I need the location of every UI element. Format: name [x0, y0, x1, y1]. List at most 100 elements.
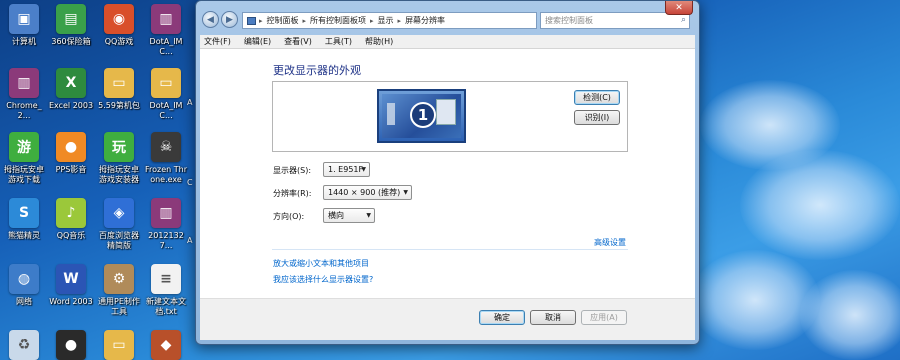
text-size-link[interactable]: 放大或缩小文本和其他项目 — [273, 258, 369, 269]
desktop-shortcut[interactable]: ▭ 5.59第机包 — [96, 68, 142, 111]
desktop-shortcut[interactable]: ◉ QQ游戏 — [96, 4, 142, 47]
panda-icon: S — [9, 198, 39, 228]
winrar-archive-icon: ▥ — [151, 198, 181, 228]
desktop-shortcut[interactable]: ⚙ 通用PE制作工具 — [96, 264, 142, 317]
winrar-archive-icon: ▥ — [9, 68, 39, 98]
content-pane: 更改显示器的外观 1 检测(C) 识别(I) 显示器(S): 1. E951F … — [200, 49, 695, 298]
desktop-shortcut-label: Excel 2003 — [48, 101, 94, 110]
excel-icon: X — [56, 68, 86, 98]
cancel-button[interactable]: 取消 — [530, 310, 576, 325]
360-safe-box-icon: ▤ — [56, 4, 86, 34]
desktop-shortcut-label: 熊猫精灵 — [8, 231, 40, 240]
display-select[interactable]: 1. E951F ▼ — [323, 162, 370, 177]
breadcrumb-control-panel[interactable]: 控制面板 — [267, 15, 299, 26]
resolution-select[interactable]: 1440 × 900 (推荐) ▼ — [323, 185, 412, 200]
forward-button[interactable]: ▶ — [221, 11, 238, 28]
desktop-shortcut[interactable]: ▣ 计算机 — [1, 4, 47, 47]
menu-help[interactable]: 帮助(H) — [365, 36, 393, 47]
folder-icon: ▭ — [104, 330, 134, 360]
desktop-shortcut[interactable]: ▤ 360保险箱 — [48, 4, 94, 47]
desktop-shortcut[interactable]: W Word 2003 — [48, 264, 94, 307]
orientation-label: 方向(O): — [273, 212, 305, 221]
breadcrumb-screen-resolution[interactable]: 屏幕分辨率 — [405, 15, 445, 26]
word-icon: W — [56, 264, 86, 294]
desktop-shortcut[interactable]: ● PPS影音 — [48, 132, 94, 175]
close-button[interactable]: ✕ — [665, 1, 693, 15]
menu-tools[interactable]: 工具(T) — [325, 36, 352, 47]
folder-icon: ▭ — [151, 68, 181, 98]
monitor-number-badge: 1 — [410, 102, 436, 128]
resolution-label: 分辨率(R): — [273, 189, 312, 198]
desktop-shortcut[interactable]: ▭ — [96, 330, 142, 360]
breadcrumb-all-items[interactable]: 所有控制面板项 — [310, 15, 366, 26]
desktop-shortcut[interactable]: X Excel 2003 — [48, 68, 94, 111]
desktop-shortcut[interactable]: ◈ 百度浏览器精简版 — [96, 198, 142, 251]
identify-button[interactable]: 识别(I) — [574, 110, 620, 125]
apply-button[interactable]: 应用(A) — [581, 310, 627, 325]
back-button[interactable]: ◀ — [202, 11, 219, 28]
baidu-browser-icon: ◈ — [104, 198, 134, 228]
monitor-preview[interactable]: 1 — [377, 89, 466, 143]
desktop-shortcut-label: 360保险箱 — [51, 37, 91, 46]
desktop-shortcut[interactable]: ◍ 网络 — [1, 264, 47, 307]
desktop-shortcut-label: 5.59第机包 — [98, 101, 140, 110]
computer-icon: ▣ — [9, 4, 39, 34]
search-icon[interactable]: ⌕ — [681, 15, 686, 25]
wallpaper-cloud — [740, 150, 900, 260]
monitor-taskbar-graphic — [387, 103, 395, 125]
orientation-select[interactable]: 横向 ▼ — [323, 208, 375, 223]
desktop-shortcut[interactable]: ◆ — [143, 330, 189, 360]
window-titlebar[interactable]: ◀ ▶ ▸ 控制面板 ▸ 所有控制面板项 ▸ 显示 ▸ 屏幕分辨率 搜索控制面板… — [196, 1, 699, 35]
arrow-right-icon: ▶ — [226, 14, 233, 25]
desktop-shortcut[interactable]: 游拇指玩安卓游戏下载 — [1, 132, 47, 185]
network-icon: ◍ — [9, 264, 39, 294]
section-divider — [272, 249, 628, 250]
ok-button[interactable]: 确定 — [479, 310, 525, 325]
desktop-shortcut[interactable]: ♪ QQ音乐 — [48, 198, 94, 241]
chevron-down-icon: ▼ — [403, 189, 408, 196]
breadcrumb-separator: ▸ — [259, 16, 263, 25]
desktop-shortcut[interactable]: 玩拇指玩安卓游戏安装器 — [96, 132, 142, 185]
display-select-value: 1. E951F — [328, 165, 364, 174]
wallpaper-cloud — [690, 250, 820, 350]
control-panel-icon — [247, 16, 256, 25]
desktop-shortcut[interactable]: ☠ Frozen Throne.exe — [143, 132, 189, 185]
breadcrumb-display[interactable]: 显示 — [378, 15, 394, 26]
display-settings-help-link[interactable]: 我应该选择什么显示器设置? — [273, 274, 373, 285]
desktop-shortcut-label: 通用PE制作工具 — [98, 297, 140, 316]
desktop-shortcut-label: 新建文本文档.txt — [146, 297, 186, 316]
desktop-shortcut[interactable]: S 熊猫精灵 — [1, 198, 47, 241]
muzhiwan-installer-icon: 玩 — [104, 132, 134, 162]
pps-player-icon: ● — [56, 132, 86, 162]
desktop-shortcut[interactable]: ▥ DotA_IMC... — [143, 4, 189, 57]
desktop-shortcut[interactable]: ≡ 新建文本文档.txt — [143, 264, 189, 317]
menu-file[interactable]: 文件(F) — [204, 36, 231, 47]
breadcrumb-separator: ▸ — [302, 16, 307, 25]
menu-edit[interactable]: 编辑(E) — [244, 36, 271, 47]
resolution-select-value: 1440 × 900 (推荐) — [328, 188, 401, 197]
menu-bar: 文件(F) 编辑(E) 查看(V) 工具(T) 帮助(H) — [200, 35, 695, 49]
menu-view[interactable]: 查看(V) — [284, 36, 312, 47]
desktop-shortcut-label: Chrome_2... — [6, 101, 42, 120]
desktop-shortcut-label: QQ游戏 — [104, 37, 134, 46]
qq-game-icon: ◉ — [104, 4, 134, 34]
wallpaper-cloud — [800, 270, 900, 360]
desktop-shortcut-label: 20121327... — [148, 231, 184, 250]
desktop-shortcut[interactable]: ♻ — [1, 330, 47, 360]
desktop-shortcut[interactable]: ▥ Chrome_2... — [1, 68, 47, 121]
address-bar[interactable]: ▸ 控制面板 ▸ 所有控制面板项 ▸ 显示 ▸ 屏幕分辨率 — [242, 12, 537, 29]
advanced-settings-link[interactable]: 高级设置 — [594, 237, 626, 248]
monitor-window-graphic — [436, 99, 456, 125]
desktop-shortcut[interactable]: ▥ 20121327... — [143, 198, 189, 251]
desktop-shortcut[interactable]: ● — [48, 330, 94, 360]
desktop-shortcut-label: PPS影音 — [55, 165, 87, 174]
detect-button[interactable]: 检测(C) — [574, 90, 620, 105]
winrar-archive-icon: ▥ — [151, 4, 181, 34]
desktop-truncated-label: C — [187, 178, 193, 187]
pe-tool-icon: ⚙ — [104, 264, 134, 294]
desktop-shortcut-label: 拇指玩安卓游戏下载 — [4, 165, 44, 184]
desktop-shortcut-label: 拇指玩安卓游戏安装器 — [99, 165, 139, 184]
breadcrumb-separator: ▸ — [370, 16, 374, 25]
desktop-shortcut[interactable]: ▭ DotA_IMC... — [143, 68, 189, 121]
chevron-down-icon: ▼ — [361, 166, 366, 173]
